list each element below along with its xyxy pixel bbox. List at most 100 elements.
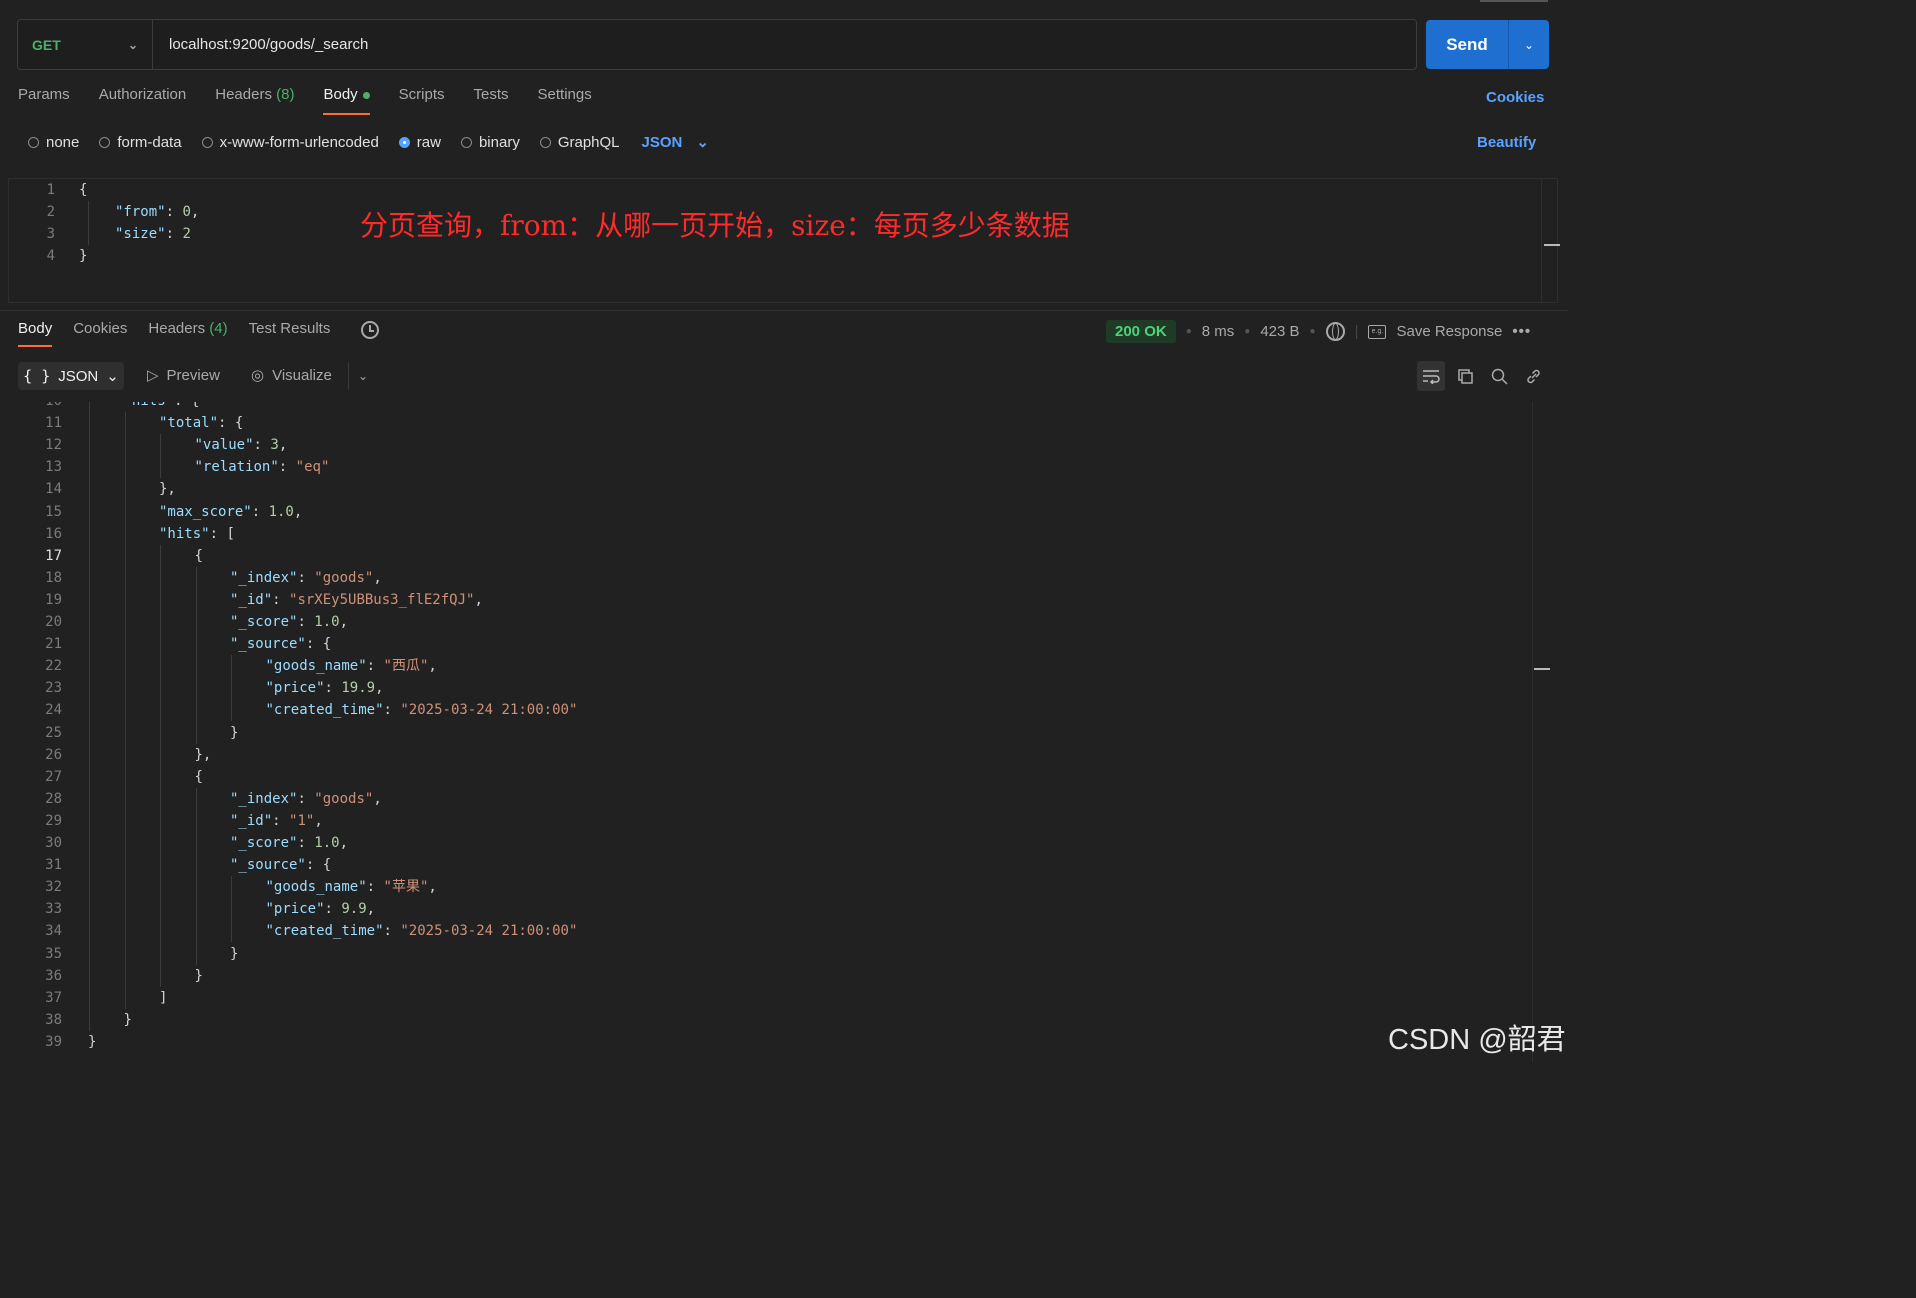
tab-headers[interactable]: Headers (8)	[215, 86, 294, 113]
radio-none[interactable]: none	[28, 134, 79, 151]
response-body-viewer[interactable]: 10 "hits": {11 "total": {12 "value": 3, 13 "r…	[0, 402, 1532, 1062]
code-line: },	[194, 746, 212, 763]
visualize-button[interactable]: ◎ Visualize	[251, 366, 332, 385]
chevron-down-icon: ⌄	[696, 134, 709, 151]
code-line: "_score": 1.0,	[230, 835, 349, 851]
tab-tests[interactable]: Tests	[474, 86, 509, 113]
tab-label: Params	[18, 86, 70, 103]
tab-label: Tests	[473, 86, 509, 103]
scroll-marker	[1544, 244, 1560, 246]
radio-circle	[398, 136, 410, 148]
tab-label: Body	[18, 320, 53, 337]
url-input[interactable]: localhost:9200/goods/_search	[153, 36, 1416, 53]
method-select[interactable]: GET ⌄	[18, 20, 153, 69]
code-line: "size": 2	[115, 226, 191, 242]
send-button-group: Send ⌄	[1426, 20, 1549, 69]
tab-label: Test Results	[248, 320, 331, 337]
radio-form-data[interactable]: form-data	[99, 133, 182, 151]
radio-urlencoded[interactable]: x-www-form-urlencoded	[201, 134, 379, 151]
search-button[interactable]	[1485, 361, 1513, 391]
radio-circle	[201, 136, 213, 148]
chevron-down-icon: ⌄	[1523, 37, 1535, 52]
line-number: 2	[46, 204, 55, 220]
response-time[interactable]: 8 ms	[1202, 323, 1235, 340]
tab-test-results[interactable]: Test Results	[249, 320, 331, 345]
code-line: "_id": "1",	[230, 812, 323, 829]
tab-response-headers[interactable]: Headers (4)	[148, 320, 227, 345]
annotation-text: 分页查询，from：从哪一页开始，size：每页多少条数据	[360, 209, 1070, 242]
more-options-icon[interactable]: •••	[1512, 323, 1531, 340]
indent-guide	[89, 402, 90, 1031]
preview-label: Preview	[166, 366, 220, 384]
visualize-options-button[interactable]: ⌄	[348, 362, 377, 390]
radio-label: form-data	[117, 133, 182, 151]
line-number: 3	[46, 226, 55, 242]
indent-guide	[160, 434, 161, 479]
save-response-button[interactable]: Save Response	[1396, 323, 1502, 340]
wrap-lines-button[interactable]	[1417, 361, 1445, 391]
line-number: 37	[45, 989, 62, 1006]
tab-label: Headers	[148, 320, 206, 337]
code-line: "relation": "eq"	[194, 459, 330, 476]
line-number: 23	[45, 680, 62, 697]
separator-dot: ●	[1244, 326, 1251, 337]
radio-graphql[interactable]: GraphQL	[539, 133, 620, 151]
link-icon	[1526, 369, 1540, 383]
line-number: 25	[45, 724, 62, 741]
line-number: 18	[45, 569, 62, 586]
request-scrollbar[interactable]	[1541, 178, 1560, 303]
radio-circle	[28, 136, 39, 148]
code-line: "price": 9.9,	[265, 901, 376, 918]
tab-response-cookies[interactable]: Cookies	[73, 320, 127, 345]
tab-params[interactable]: Params	[18, 86, 70, 113]
response-tools	[1417, 361, 1547, 391]
history-icon[interactable]	[361, 320, 380, 339]
tab-scripts[interactable]: Scripts	[399, 86, 445, 113]
response-format-select[interactable]: { } JSON ⌄	[18, 362, 124, 390]
line-number: 19	[45, 591, 62, 608]
line-number: 11	[45, 415, 62, 432]
response-scrollbar[interactable]	[1532, 402, 1551, 1062]
pane-divider[interactable]	[0, 310, 1568, 311]
radio-label: GraphQL	[557, 133, 620, 151]
tab-settings[interactable]: Settings	[538, 86, 592, 113]
radio-circle	[539, 136, 551, 148]
separator-dot: ●	[1185, 326, 1192, 337]
chevron-down-icon: ⌄	[106, 368, 119, 385]
response-size[interactable]: 423 B	[1260, 323, 1299, 340]
code-line: }	[79, 248, 88, 264]
line-number: 13	[45, 459, 62, 476]
body-format-select[interactable]: JSON ⌄	[642, 133, 709, 152]
tab-authorization[interactable]: Authorization	[99, 86, 187, 113]
chevron-down-icon: ⌄	[357, 369, 369, 383]
code-line: "from": 0,	[115, 204, 200, 220]
code-line: "value": 3,	[194, 437, 288, 454]
send-options-button[interactable]: ⌄	[1509, 38, 1549, 52]
tab-response-body[interactable]: Body	[18, 320, 53, 347]
braces-icon: { }	[23, 367, 51, 385]
send-button[interactable]: Send	[1426, 20, 1509, 69]
indent-guide	[124, 412, 126, 1009]
line-number: 31	[45, 857, 62, 874]
tab-body[interactable]: Body	[323, 86, 370, 115]
copy-button[interactable]	[1451, 361, 1479, 391]
code-line: "goods_name": "西瓜",	[265, 658, 437, 675]
radio-binary[interactable]: binary	[460, 134, 520, 151]
beautify-button[interactable]: Beautify	[1477, 134, 1536, 151]
line-number: 20	[45, 614, 62, 630]
radio-raw[interactable]: raw	[398, 134, 441, 151]
line-number: 22	[45, 658, 62, 675]
line-number: 1	[46, 182, 55, 198]
preview-button[interactable]: ▷ Preview	[147, 366, 220, 385]
link-button[interactable]	[1519, 361, 1547, 391]
code-line: "_index": "goods",	[230, 569, 382, 586]
tab-label: Authorization	[98, 86, 187, 103]
visualize-label: Visualize	[272, 366, 332, 384]
code-line: "_index": "goods",	[230, 790, 382, 807]
response-tabs: Body Cookies Headers (4) Test Results	[18, 320, 380, 347]
line-number: 21	[45, 636, 62, 653]
globe-icon[interactable]	[1325, 322, 1345, 341]
line-number: 32	[45, 879, 62, 896]
cookies-link[interactable]: Cookies	[1486, 89, 1544, 106]
status-badge[interactable]: 200 OK	[1106, 320, 1176, 343]
